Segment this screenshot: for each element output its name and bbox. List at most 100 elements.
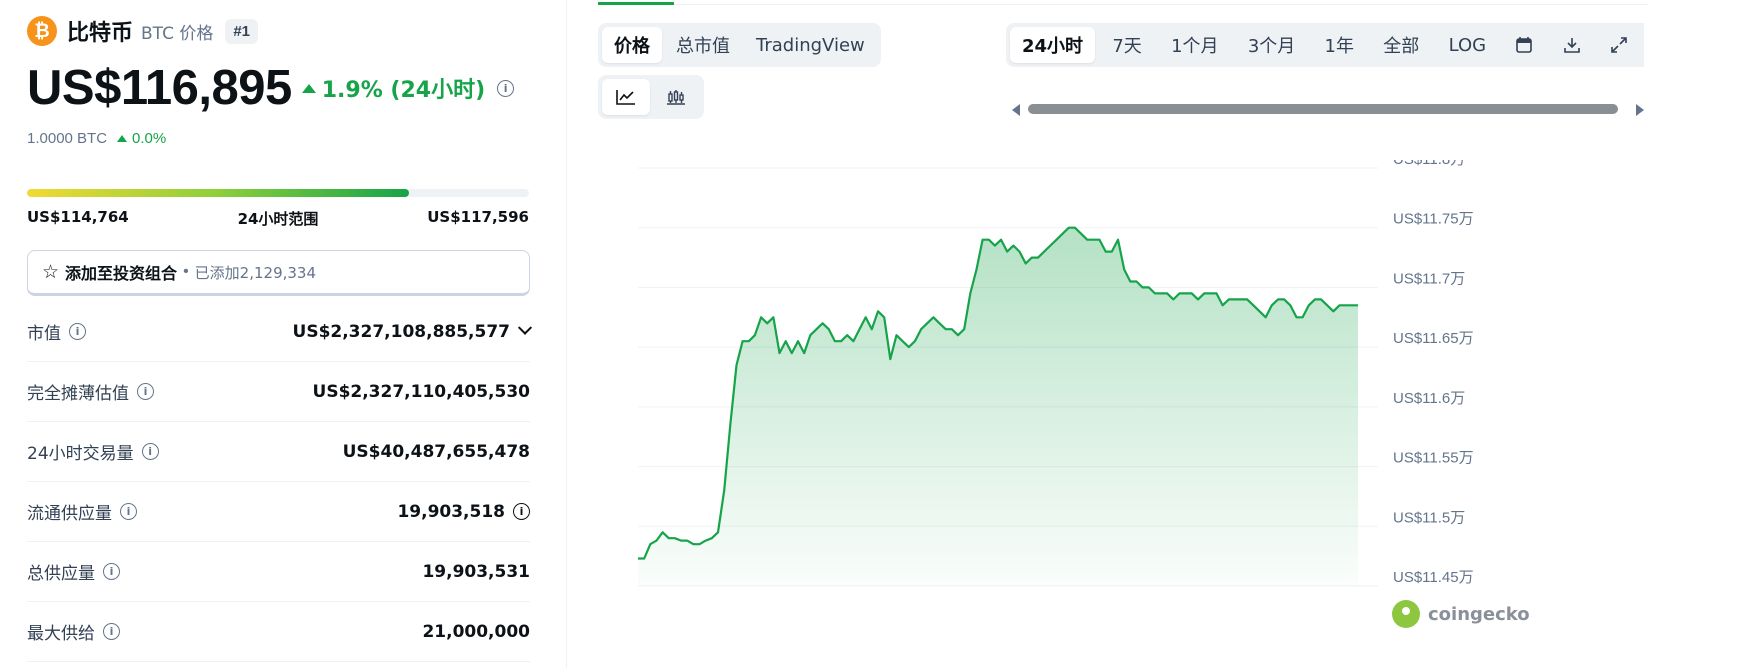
btc-value: 1.0000 BTC (27, 130, 108, 147)
section-tabs-underline (598, 4, 1648, 5)
info-icon[interactable]: i (513, 503, 530, 520)
coingecko-logo-icon (1392, 600, 1420, 628)
tab-price[interactable]: 价格 (602, 27, 662, 63)
btc-change-text: 0.0% (132, 130, 167, 147)
time-range-tabs: 24小时 7天 1个月 3个月 1年 全部 LOG (1006, 23, 1644, 67)
stat-value: 21,000,000 (422, 622, 530, 642)
stat-label-text: 市值 (27, 324, 61, 344)
stat-label-text: 24小时交易量 (27, 444, 134, 464)
stat-label: 总供应量 i (27, 559, 120, 584)
coin-name: 比特币 (67, 21, 134, 46)
portfolio-added-count: 已添加2,129,334 (194, 263, 317, 282)
stat-value-text: 19,903,518 (397, 501, 505, 522)
y-tick-label: US$11.75万 (1393, 211, 1474, 228)
stat-label: 流通供应量 i (27, 499, 137, 524)
price-area-fill (638, 227, 1358, 586)
add-to-portfolio-button[interactable]: ☆ 添加至投资组合 • 已添加2,129,334 (27, 250, 530, 296)
stat-label-text: 最大供给 (27, 624, 95, 644)
stat-label: 完全摊薄估值 i (27, 379, 154, 404)
range-high: US$117,596 (427, 208, 529, 226)
stat-value-text: US$2,327,108,885,577 (292, 321, 510, 342)
candlestick-icon[interactable] (652, 79, 700, 115)
coingecko-watermark: coingecko (1392, 600, 1530, 628)
range-24h-bar (27, 189, 529, 197)
stat-value: US$2,327,110,405,530 (313, 382, 530, 402)
range-label: 24小时范围 (237, 210, 319, 228)
range-all[interactable]: 全部 (1371, 27, 1431, 63)
range-3m[interactable]: 3个月 (1236, 27, 1307, 63)
y-tick-label: US$11.45万 (1393, 569, 1474, 586)
price-change-text: 1.9% (24小时) (321, 78, 486, 103)
stat-label: 最大供给 i (27, 619, 120, 644)
info-icon[interactable]: i (103, 623, 120, 640)
portfolio-label: 添加至投资组合 (65, 264, 178, 283)
stat-row-max-supply: 最大供给 i 21,000,000 (27, 602, 530, 662)
chart-range-scrollbar[interactable] (1006, 102, 1644, 116)
y-tick-label: US$11.7万 (1393, 270, 1465, 287)
scroll-right-arrow-icon[interactable] (1636, 104, 1644, 116)
stat-row-volume: 24小时交易量 i US$40,487,655,478 (27, 422, 530, 482)
tab-tradingview[interactable]: TradingView (744, 27, 877, 63)
info-icon[interactable]: i (120, 503, 137, 520)
range-24h-labels: US$114,764 24小时范围 US$117,596 (27, 208, 529, 229)
stat-label-text: 流通供应量 (27, 504, 112, 524)
chevron-down-icon[interactable] (517, 320, 533, 335)
calendar-icon[interactable] (1503, 27, 1545, 63)
stats-list: 市值 i US$2,327,108,885,577 完全摊薄估值 i US$2,32… (27, 302, 533, 662)
up-arrow-icon (301, 83, 316, 93)
info-icon[interactable]: i (69, 323, 86, 340)
info-icon[interactable]: i (141, 443, 159, 460)
coin-subtitle: BTC 价格 (141, 23, 214, 44)
price-row: US$116,895 1.9% (24小时) i (27, 58, 515, 118)
stat-value-text: 21,000,000 (422, 621, 530, 642)
range-24h[interactable]: 24小时 (1010, 27, 1096, 63)
stat-label-text: 完全摊薄估值 (27, 384, 129, 404)
active-section-indicator (598, 2, 674, 5)
y-tick-label: US$11.8万 (1393, 160, 1465, 168)
range-log[interactable]: LOG (1437, 27, 1499, 63)
rank-badge: #1 (225, 18, 259, 44)
current-price: US$116,895 (27, 61, 292, 115)
chart-type-tabs: 价格 总市值 TradingView (598, 23, 881, 67)
y-tick-label: US$11.6万 (1393, 390, 1465, 407)
scrollbar-thumb[interactable] (1028, 104, 1618, 114)
btc-change: 0.0% (117, 130, 166, 147)
stat-row-total-supply: 总供应量 i 19,903,531 (27, 542, 530, 602)
star-icon: ☆ (42, 261, 60, 283)
range-24h-fill (27, 189, 409, 197)
range-7d[interactable]: 7天 (1100, 27, 1153, 63)
info-icon[interactable]: i (137, 383, 154, 400)
tab-market-cap[interactable]: 总市值 (664, 27, 742, 63)
stat-label: 24小时交易量 i (27, 439, 159, 464)
stat-value: 19,903,531 (422, 562, 530, 582)
line-chart-icon[interactable] (602, 79, 650, 115)
stat-value-text: US$40,487,655,478 (342, 441, 530, 462)
info-icon[interactable]: i (103, 563, 120, 580)
y-tick-label: US$11.5万 (1393, 509, 1465, 526)
stat-row-circulating-supply: 流通供应量 i 19,903,518 i (27, 482, 530, 542)
stat-value[interactable]: US$2,327,108,885,577 (292, 320, 533, 342)
stat-value: 19,903,518 i (397, 502, 530, 522)
range-low: US$114,764 (27, 208, 129, 226)
stat-label-text: 总供应量 (27, 564, 95, 584)
download-icon[interactable] (1551, 27, 1593, 63)
up-arrow-icon (117, 135, 128, 142)
coin-header: ₿ 比特币 BTC 价格 #1 (27, 15, 259, 47)
info-icon[interactable]: i (497, 79, 515, 97)
range-1y[interactable]: 1年 (1313, 27, 1366, 63)
scroll-left-arrow-icon[interactable] (1012, 104, 1020, 116)
y-tick-label: US$11.65万 (1393, 330, 1474, 347)
range-1m[interactable]: 1个月 (1159, 27, 1230, 63)
separator-dot: • (183, 263, 189, 280)
price-chart[interactable]: US$11.45万 US$11.5万 US$11.55万 US$11.6万 US$11.… (598, 160, 1638, 668)
y-axis-ticks: US$11.45万 US$11.5万 US$11.55万 US$11.6万 US$11.… (1393, 160, 1474, 586)
y-tick-label: US$11.55万 (1393, 450, 1474, 467)
bitcoin-logo-icon: ₿ (27, 16, 57, 46)
coin-info-panel: ₿ 比特币 BTC 价格 #1 US$116,895 1.9% (24小时) i… (0, 0, 560, 668)
stat-label: 市值 i (27, 319, 86, 344)
chart-mode-toggle (598, 75, 704, 119)
panel-divider (566, 0, 567, 668)
price-change-24h: 1.9% (24小时) (301, 72, 486, 104)
fullscreen-icon[interactable] (1598, 27, 1640, 63)
stat-value-text: US$2,327,110,405,530 (312, 381, 530, 402)
